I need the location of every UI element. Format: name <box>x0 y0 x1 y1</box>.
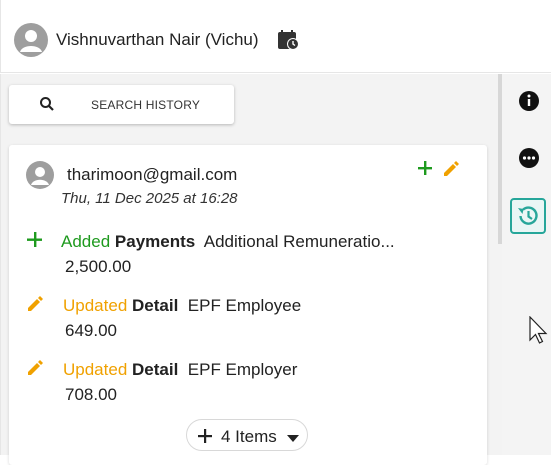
show-more-items-button[interactable]: 4 Items <box>186 419 308 451</box>
entry-value: 649.00 <box>65 321 117 340</box>
history-entry: Updated Detail EPF Employee 649.00 <box>9 294 487 344</box>
history-entry: Updated Detail EPF Employer 708.00 <box>9 358 487 408</box>
info-icon[interactable] <box>518 90 540 112</box>
more-horizontal-icon[interactable] <box>518 147 540 169</box>
history-card: tharimoon@gmail.com Thu, 11 Dec 2025 at … <box>9 145 487 465</box>
author-email: tharimoon@gmail.com <box>67 165 238 184</box>
plus-icon <box>196 427 214 445</box>
plus-icon <box>25 230 45 250</box>
user-avatar-icon[interactable] <box>14 23 48 57</box>
caret-down-icon <box>287 431 299 442</box>
pencil-icon <box>25 294 45 314</box>
entry-field: Detail <box>132 360 179 379</box>
author-avatar-icon <box>26 161 54 189</box>
entry-action: Updated <box>63 296 128 315</box>
entry-action: Updated <box>63 360 128 379</box>
user-name: Vishnuvarthan Nair (Vichu) <box>56 30 259 49</box>
entry-field: Payments <box>114 232 196 251</box>
right-rail <box>502 74 551 455</box>
search-history-label: SEARCH HISTORY <box>91 98 201 112</box>
entry-field: Detail <box>132 296 179 315</box>
calendar-clock-icon[interactable] <box>277 29 299 51</box>
pencil-icon <box>25 358 45 378</box>
entry-description: Additional Remuneratio... <box>203 232 395 251</box>
history-timestamp: Thu, 11 Dec 2025 at 16:28 <box>61 190 238 207</box>
history-entry: Added Payments Additional Remuneratio...… <box>9 230 487 280</box>
history-icon <box>518 206 538 225</box>
entry-value: 708.00 <box>65 385 117 404</box>
mouse-cursor-icon <box>529 315 549 346</box>
plus-icon <box>416 159 434 177</box>
history-tab-button[interactable] <box>510 198 546 234</box>
more-items-label: 4 Items <box>221 427 277 446</box>
history-panel: SEARCH HISTORY tharimoon@gmail.com Thu, … <box>0 74 498 465</box>
search-icon <box>39 96 55 112</box>
entry-description: EPF Employer <box>187 360 298 379</box>
header-bar: Vishnuvarthan Nair (Vichu) <box>0 0 551 73</box>
entry-action: Added <box>61 232 111 251</box>
pencil-icon <box>441 159 461 179</box>
entry-description: EPF Employee <box>187 296 302 315</box>
search-history-button[interactable]: SEARCH HISTORY <box>9 85 234 124</box>
entry-value: 2,500.00 <box>65 257 132 276</box>
